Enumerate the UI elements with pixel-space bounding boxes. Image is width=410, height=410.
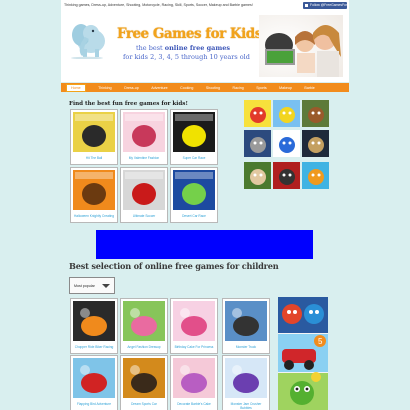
tagline-bold: online free games — [164, 44, 231, 52]
sidebar-game-thumbnail[interactable] — [302, 130, 329, 157]
game-tile[interactable]: Monster Truck — [222, 298, 270, 354]
game-title-link[interactable]: Super Car Race — [173, 156, 215, 161]
nav-cooking[interactable]: Cooking — [180, 86, 193, 90]
game-thumbnail[interactable] — [123, 170, 165, 210]
sidebar-game-thumbnail[interactable] — [244, 100, 271, 127]
svg-text:5: 5 — [318, 337, 323, 346]
elephant-logo-icon[interactable] — [69, 21, 109, 59]
game-thumbnail[interactable] — [225, 358, 267, 398]
game-thumbnail[interactable] — [123, 358, 165, 398]
game-title-link[interactable]: Chopper Ride Biker Racing — [73, 345, 115, 350]
nav-barbie[interactable]: Barbie — [304, 86, 314, 90]
featured-game-tile[interactable]: Super Car Race — [170, 109, 218, 165]
sidebar-game-thumbnail[interactable] — [244, 162, 271, 189]
game-title-link[interactable]: Halloween Knightly Creating — [73, 214, 115, 219]
site-header: Free Games for Kids the best online free… — [61, 11, 349, 82]
game-title-link[interactable]: Flapping Bird Adventure — [73, 402, 115, 407]
game-title-link[interactable]: Birthday Cake For Princess — [173, 345, 215, 350]
game-thumbnail[interactable] — [123, 112, 165, 152]
game-thumbnail[interactable] — [225, 301, 267, 341]
sidebar-game-thumbnail[interactable] — [273, 100, 300, 127]
game-thumbnail[interactable] — [173, 112, 215, 152]
tagline-prefix: the best — [136, 44, 165, 52]
game-thumbnail[interactable] — [123, 301, 165, 341]
game-tile[interactable]: Monster Jam Crusher Bubbles — [222, 355, 270, 410]
game-tile[interactable]: Chopper Ride Biker Racing — [70, 298, 118, 354]
game-tile[interactable]: Angel Fashion Dressup — [120, 298, 168, 354]
featured-game-tile[interactable]: Desert Car Race — [170, 167, 218, 223]
sort-selected-value: Most popular — [74, 284, 95, 288]
site-title[interactable]: Free Games for Kids — [117, 26, 262, 42]
featured-game-tile[interactable]: Halloween Knightly Creating — [70, 167, 118, 223]
nav-makeup[interactable]: Makeup — [279, 86, 292, 90]
game-thumbnail[interactable] — [73, 112, 115, 152]
game-title-link[interactable]: Monster Truck — [225, 345, 267, 350]
game-thumbnail[interactable] — [73, 358, 115, 398]
site-tagline-ages: for kids 2, 3, 4, 5 through 10 years old — [123, 53, 250, 61]
game-thumbnail[interactable] — [73, 170, 115, 210]
game-thumbnail[interactable] — [73, 301, 115, 341]
facebook-follow-button[interactable]: Follow @FreeGamesForKids — [303, 2, 347, 9]
sidebar-game-thumbnail[interactable] — [273, 162, 300, 189]
sidebar-game-thumbnail[interactable] — [244, 130, 271, 157]
game-tile[interactable]: Birthday Cake For Princess — [170, 298, 218, 354]
game-title-link[interactable]: Monster Jam Crusher Bubbles — [225, 402, 267, 410]
advertisement-banner[interactable] — [96, 230, 313, 259]
featured-game-tile[interactable]: Ultimate Soccer — [120, 167, 168, 223]
game-title-link[interactable]: Angel Fashion Dressup — [123, 345, 165, 350]
game-thumbnail[interactable] — [173, 170, 215, 210]
nav-home[interactable]: Home — [66, 83, 86, 92]
sidebar-game-grid — [244, 100, 332, 189]
main-nav: Home Thinking Dress-up Adventure Cooking… — [61, 83, 349, 92]
game-title-link[interactable]: My Valentine Fashion — [123, 156, 165, 161]
game-title-link[interactable]: Ultimate Soccer — [123, 214, 165, 219]
sidebar-game-thumbnail[interactable] — [273, 130, 300, 157]
nav-racing[interactable]: Racing — [233, 86, 244, 90]
game-title-link[interactable]: Decorate Barbie's Cake — [173, 402, 215, 407]
game-tile[interactable]: Flapping Bird Adventure — [70, 355, 118, 410]
game-title-link[interactable]: Desert Car Race — [173, 214, 215, 219]
nav-dress-up[interactable]: Dress-up — [124, 86, 139, 90]
game-title-link[interactable]: Dream Sports Car — [123, 402, 165, 407]
all-games-heading: Best selection of online free games for … — [69, 261, 279, 271]
game-thumbnail[interactable] — [173, 301, 215, 341]
sort-dropdown[interactable]: Most popular — [69, 277, 115, 294]
game-title-link[interactable]: Hit The Ball — [73, 156, 115, 161]
header-photo-mother-child — [259, 15, 343, 77]
nav-adventure[interactable]: Adventure — [151, 86, 167, 90]
featured-game-tile[interactable]: My Valentine Fashion — [120, 109, 168, 165]
site-tagline: the best online free games — [136, 44, 230, 52]
top-links-text[interactable]: Thinking games, Dress-up, Adventure, Sho… — [64, 3, 253, 7]
nav-shooting[interactable]: Shooting — [206, 86, 220, 90]
sidebar-game-fireboy-watergirl[interactable]: 5 — [278, 297, 328, 410]
game-thumbnail[interactable] — [173, 358, 215, 398]
nav-thinking[interactable]: Thinking — [98, 86, 112, 90]
chevron-down-icon[interactable] — [102, 284, 110, 288]
featured-game-tile[interactable]: Hit The Ball — [70, 109, 118, 165]
game-tile[interactable]: Dream Sports Car — [120, 355, 168, 410]
game-tile[interactable]: Decorate Barbie's Cake — [170, 355, 218, 410]
featured-games-heading: Find the best fun free games for kids! — [69, 101, 188, 107]
top-links-bar: Thinking games, Dress-up, Adventure, Sho… — [61, 0, 349, 11]
nav-sports[interactable]: Sports — [256, 86, 266, 90]
sidebar-game-thumbnail[interactable] — [302, 162, 329, 189]
sidebar-game-thumbnail[interactable] — [302, 100, 329, 127]
